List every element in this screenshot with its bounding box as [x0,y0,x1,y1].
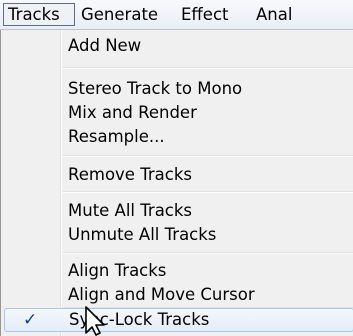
menu-item-align-and-move-cursor[interactable]: Align and Move Cursor [1,283,353,307]
menu-separator [63,67,353,69]
menu-item-unmute-all-tracks[interactable]: Unmute All Tracks [1,223,353,247]
menu-item-resample[interactable]: Resample... [1,125,353,149]
menu-item-label: Resample... [68,127,165,146]
menu-item-align-tracks[interactable]: Align Tracks [1,259,353,283]
tracks-dropdown-menu: Add New Stereo Track to Mono Mix and Ren… [0,30,353,336]
checkmark-icon: ✓ [23,310,38,330]
menu-item-label: Stereo Track to Mono [68,79,243,98]
menu-item-label: Remove Tracks [68,165,192,184]
menu-separator [63,252,353,254]
menu-item-label: Align and Move Cursor [68,285,255,304]
menu-item-label: Align Tracks [68,261,167,280]
menu-item-label: Unmute All Tracks [68,225,217,244]
arrow-cursor-icon [85,306,105,336]
menu-item-sync-lock-tracks[interactable]: ✓ Sync-Lock Tracks [4,308,353,332]
menubar-generate[interactable]: Generate [77,3,162,26]
menu-item-add-new[interactable]: Add New [1,34,353,58]
menu-item-label: Add New [68,36,142,55]
menubar-tracks[interactable]: Tracks [3,3,75,26]
menu-item-label: Mix and Render [68,103,197,122]
menu-item-stereo-to-mono[interactable]: Stereo Track to Mono [1,77,353,101]
menubar-analyze[interactable]: Anal [252,3,296,26]
menubar-effect[interactable]: Effect [177,3,233,26]
menu-separator [63,191,353,193]
menu-item-mix-and-render[interactable]: Mix and Render [1,101,353,125]
menu-bar: Tracks Generate Effect Anal [0,0,353,30]
menu-item-label: Mute All Tracks [68,201,193,220]
menu-item-mute-all-tracks[interactable]: Mute All Tracks [1,199,353,223]
menu-item-remove-tracks[interactable]: Remove Tracks [1,153,353,184]
